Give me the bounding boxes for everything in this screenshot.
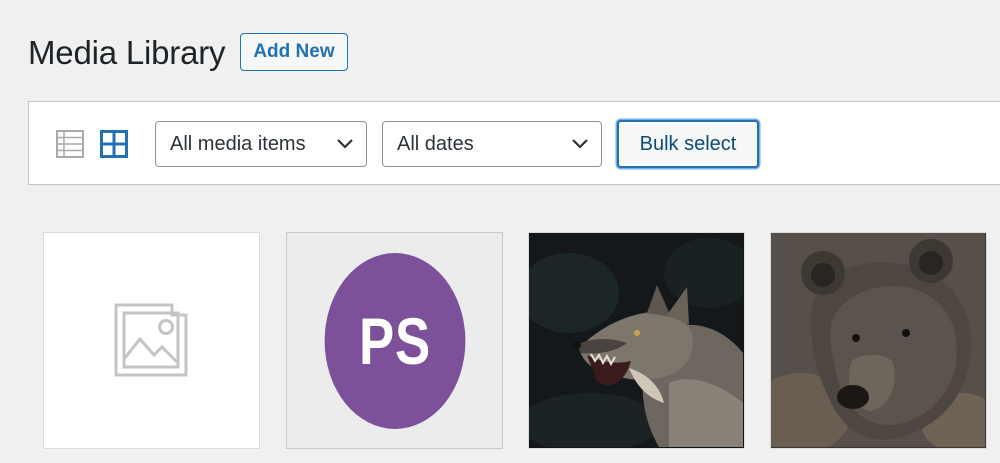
ps-logo: PS <box>324 253 466 429</box>
list-view-icon[interactable] <box>55 129 85 159</box>
grid-view-icon[interactable] <box>99 129 129 159</box>
attachment-placeholder[interactable] <box>43 232 260 449</box>
image-placeholder-icon <box>114 303 188 377</box>
attachment-logo[interactable]: PS <box>286 232 503 449</box>
chevron-down-icon <box>337 139 353 149</box>
page-title: Media Library <box>28 33 226 71</box>
page-header: Media Library Add New <box>28 33 348 71</box>
add-new-button[interactable]: Add New <box>240 33 348 71</box>
wolf-image <box>529 233 743 447</box>
chevron-down-icon <box>572 139 588 149</box>
media-type-select[interactable]: All media items <box>155 121 367 167</box>
attachment-bear-photo[interactable] <box>770 232 987 449</box>
bear-image <box>771 233 985 447</box>
bulk-select-button[interactable]: Bulk select <box>617 120 759 168</box>
media-type-select-value: All media items <box>170 132 306 155</box>
date-select[interactable]: All dates <box>382 121 602 167</box>
view-switch <box>55 129 129 159</box>
attachment-wolf-photo[interactable] <box>528 232 745 449</box>
media-toolbar: All media items All dates Bulk select <box>28 101 1000 185</box>
date-select-value: All dates <box>397 132 474 155</box>
